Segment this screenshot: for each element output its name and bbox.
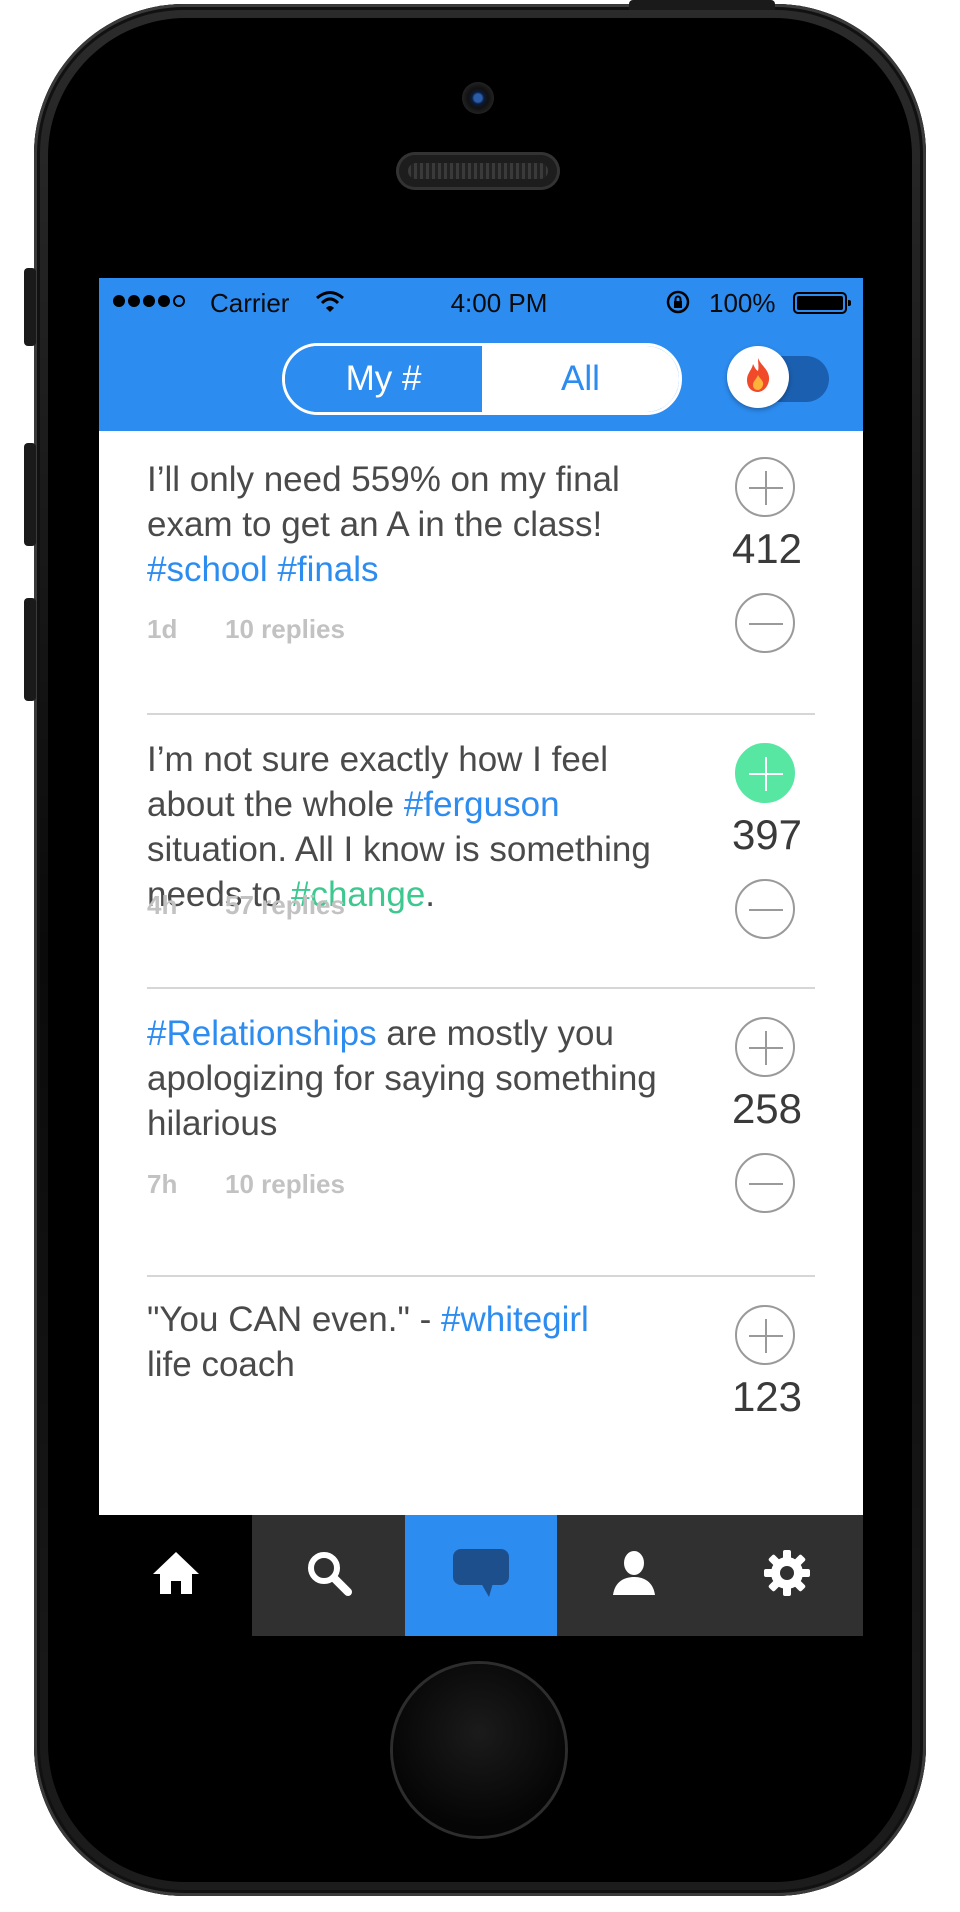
app-header: Carrier 4:00 PM 100% My # All [99, 278, 863, 431]
post-meta: 1d 10 replies [147, 614, 345, 645]
post-meta: 4h 57 replies [147, 890, 345, 921]
post-text-segment: I’ll only need 559% on my final exam to … [147, 460, 620, 544]
minus-icon [749, 909, 783, 911]
profile-icon [611, 1549, 657, 1602]
mute-switch [24, 268, 36, 346]
home-icon [151, 1550, 201, 1601]
post-replies-link[interactable]: 10 replies [225, 614, 345, 644]
home-button[interactable] [393, 1664, 565, 1836]
tab-home[interactable] [99, 1515, 252, 1636]
hot-toggle-knob[interactable] [727, 346, 789, 408]
downvote-button[interactable] [735, 593, 795, 653]
rotation-lock-icon [665, 289, 691, 322]
hashtag-link[interactable]: #whitegirl [441, 1300, 589, 1339]
search-icon [305, 1549, 353, 1602]
segment-all[interactable]: All [482, 346, 679, 412]
chat-bubble-icon [451, 1547, 511, 1604]
hot-toggle[interactable] [727, 346, 829, 408]
post-item[interactable]: I’ll only need 559% on my final exam to … [99, 431, 863, 715]
tab-settings[interactable] [710, 1515, 863, 1636]
tab-profile[interactable] [557, 1515, 710, 1636]
post-item[interactable]: "You CAN even." - #whitegirl life coach … [99, 1277, 863, 1515]
upvote-button[interactable] [735, 1305, 795, 1365]
segment-my-hashtags[interactable]: My # [285, 346, 482, 412]
power-button [629, 0, 775, 10]
post-age: 4h [147, 890, 178, 920]
hashtag-link[interactable]: #Relationships [147, 1014, 377, 1053]
post-replies-link[interactable]: 57 replies [225, 890, 345, 920]
upvote-button[interactable] [735, 457, 795, 517]
upvote-button-active[interactable] [735, 743, 795, 803]
post-age: 1d [147, 614, 178, 644]
hashtag-link[interactable]: #ferguson [404, 785, 560, 824]
post-score: 258 [731, 1085, 803, 1132]
front-camera [462, 82, 494, 114]
flame-icon [743, 357, 773, 398]
status-bar: Carrier 4:00 PM 100% [99, 278, 863, 328]
post-item[interactable]: I’m not sure exactly how I feel about th… [99, 715, 863, 989]
earpiece-speaker [396, 152, 560, 190]
post-age: 7h [147, 1169, 178, 1199]
post-text-segment: . [425, 875, 436, 914]
hashtag-link[interactable]: #finals [277, 550, 378, 589]
post-text-segment: life coach [147, 1345, 295, 1384]
post-text: #Relationships are mostly you apologizin… [147, 1011, 667, 1146]
signal-strength-icon [113, 295, 185, 307]
downvote-button[interactable] [735, 1153, 795, 1213]
post-score: 412 [731, 525, 803, 572]
post-meta: 7h 10 replies [147, 1169, 345, 1200]
tab-search[interactable] [252, 1515, 405, 1636]
feed-segmented-control: My # All [282, 343, 682, 415]
post-score: 123 [731, 1373, 803, 1420]
app-screen: Carrier 4:00 PM 100% My # All I’ll only … [99, 278, 863, 1636]
wifi-icon [315, 289, 345, 320]
tab-messages[interactable] [405, 1515, 557, 1636]
post-text: "You CAN even." - #whitegirl life coach [147, 1297, 627, 1387]
battery-percentage: 100% [709, 288, 776, 318]
volume-up-button [24, 443, 36, 546]
carrier-name: Carrier [210, 288, 290, 318]
minus-icon [749, 623, 783, 625]
post-text: I’ll only need 559% on my final exam to … [147, 457, 667, 592]
volume-down-button [24, 598, 36, 701]
tab-bar [99, 1515, 863, 1636]
hashtag-link[interactable]: #school [147, 550, 268, 589]
upvote-button[interactable] [735, 1017, 795, 1077]
battery-icon [793, 292, 851, 314]
gear-icon [763, 1549, 811, 1602]
downvote-button[interactable] [735, 879, 795, 939]
minus-icon [749, 1183, 783, 1185]
status-time: 4:00 PM [450, 288, 548, 318]
post-score: 397 [731, 811, 803, 858]
post-item[interactable]: #Relationships are mostly you apologizin… [99, 989, 863, 1277]
post-feed: I’ll only need 559% on my final exam to … [99, 431, 863, 1515]
post-text-segment: "You CAN even." - [147, 1300, 441, 1339]
post-text-segment [268, 550, 278, 589]
post-replies-link[interactable]: 10 replies [225, 1169, 345, 1199]
